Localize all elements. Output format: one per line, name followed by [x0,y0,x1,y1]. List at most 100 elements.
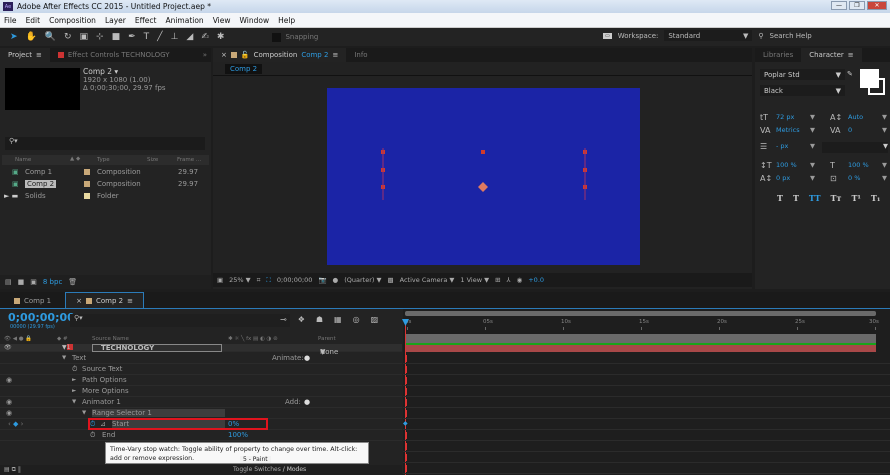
stopwatch-icon[interactable]: ⏱ [90,431,95,440]
menu-view[interactable]: View [213,16,231,25]
text-style-button[interactable]: Tт [831,193,842,203]
property-row[interactable]: ► More Options [0,386,402,397]
clone-stamp-tool-icon[interactable]: ⊥ [171,32,179,42]
text-style-button[interactable]: T₁ [871,193,880,203]
comp-mini-flowchart-icon[interactable]: ⊸ [280,315,287,324]
layer-duration-bar[interactable] [405,345,876,352]
work-area-navigator[interactable] [405,311,876,316]
fast-preview-icon[interactable]: ⊞ [495,276,500,284]
expand-arrow-icon[interactable]: ▼ [72,399,76,405]
layer-switches-icons[interactable]: ▤ ⧉ ⫼ [4,466,21,474]
menu-edit[interactable]: Edit [26,16,41,25]
stopwatch-icon[interactable]: ⏱ [72,365,77,374]
font-style-dropdown[interactable]: Black ▼ [760,85,845,96]
resolution-dropdown[interactable]: (Quarter) ▼ [344,276,381,284]
frame-blending-icon[interactable]: ▦ [334,315,342,324]
pan-behind-tool-icon[interactable]: ⊹ [96,32,104,42]
flowchart-icon[interactable]: ⅄ [507,276,511,284]
rectangle-tool-icon[interactable]: ■ [112,32,121,42]
new-comp-icon[interactable]: ▣ [30,278,37,286]
hand-tool-icon[interactable]: ✋ [26,32,37,42]
close-button[interactable]: ✕ [867,1,887,10]
stroke-style-dropdown[interactable]: ▼ [822,142,888,153]
property-row[interactable]: ⏱ End 100% [0,430,402,441]
snapshot-icon[interactable]: 📷 [318,276,326,284]
stroke-width-field[interactable]: - px [776,142,788,150]
exposure-icon[interactable]: ◉ [517,276,523,284]
expand-arrow-icon[interactable]: ▼ [82,410,86,416]
current-timecode[interactable]: 0;00;00;00 [8,311,75,324]
expand-arrow-icon[interactable]: ▼ [62,355,66,361]
roto-brush-tool-icon[interactable]: ✍ [201,32,209,42]
tab-character[interactable]: Character ≡ [801,48,862,62]
font-size-field[interactable]: 72 px [776,113,794,121]
rotation-tool-icon[interactable]: ↻ [64,32,72,42]
tab-libraries[interactable]: Libraries [755,48,801,62]
add-menu-icon[interactable]: ● [304,398,310,406]
toggle-switches-modes-button[interactable]: Toggle Switches / Modes / Modes [233,466,306,473]
workspace-dropdown[interactable]: Standard ▼ [664,30,753,41]
eraser-tool-icon[interactable]: ◢ [186,32,193,42]
tsume-field[interactable]: 0 % [848,174,860,182]
tab-comp-1[interactable]: Comp 1 [0,293,65,308]
tab-info[interactable]: Info [346,48,375,62]
property-value[interactable]: 100% [228,431,248,439]
timecode-button[interactable]: 0;00;00;00 [277,276,313,284]
kerning-field[interactable]: Metrics [776,126,800,134]
label-color-swatch[interactable] [84,193,90,199]
puppet-pin-tool-icon[interactable]: ✱ [217,32,225,42]
transparency-grid-icon[interactable]: ▩ [387,276,393,284]
layer-name[interactable]: TECHNOLOGY [92,343,222,352]
menu-composition[interactable]: Composition [49,16,96,25]
time-graph[interactable]: 0s 05s 10s 15s 20s 25s 30s ◆ [402,309,890,475]
pen-tool-icon[interactable]: ✒ [128,32,136,42]
tab-composition[interactable]: × 🔓 Composition Comp 2 ≡ [213,48,347,62]
text-style-button[interactable]: TT [809,193,821,203]
tab-effect-controls[interactable]: Effect Controls TECHNOLOGY [50,48,178,62]
channel-icon[interactable]: ● [333,276,339,284]
hscale-field[interactable]: 100 % [848,161,869,169]
menu-layer[interactable]: Layer [105,16,126,25]
expand-arrow-icon[interactable]: ► [72,377,76,383]
roi-icon[interactable]: ⛶ [266,276,271,285]
font-family-dropdown[interactable]: Poplar Std ▼ [760,69,845,80]
eyedropper-icon[interactable]: ✎ [847,70,853,78]
minimize-button[interactable]: — [831,1,847,10]
layer-row[interactable]: 👁 ▼ 1 TECHNOLOGY None ▼ [0,343,402,356]
text-style-button[interactable]: T [793,193,799,203]
comp-breadcrumb[interactable]: Comp 2 [225,63,263,74]
menu-effect[interactable]: Effect [135,16,157,25]
project-item[interactable]: ▣ Comp 2 Composition 29.97 [0,178,200,189]
motion-blur-icon[interactable]: ◎ [353,315,360,324]
visibility-eye-icon[interactable]: ◉ [6,376,12,384]
add-menu-icon[interactable]: ● [304,354,310,362]
brush-tool-icon[interactable]: ╱ [157,32,162,42]
preview-icon[interactable]: ▣ [217,276,223,284]
label-color-swatch[interactable] [84,169,90,175]
draft-3d-icon[interactable]: ❖ [298,315,305,324]
search-help-input[interactable]: Search Help [770,32,812,40]
camera-tool-icon[interactable]: ▣ [80,32,89,42]
project-search-input[interactable]: ⚲▾ [5,137,205,150]
menu-help[interactable]: Help [278,16,295,25]
visibility-eye-icon[interactable]: ◉ [6,398,12,406]
property-row[interactable]: ▼ Text Animate: ● [0,353,402,364]
text-style-button[interactable]: T¹ [851,193,860,203]
bpc-button[interactable]: 8 bpc [43,278,62,286]
maximize-button[interactable]: ❐ [849,1,865,10]
stroke-color-swatch[interactable] [868,78,885,95]
menu-file[interactable]: File [4,16,17,25]
work-area-bar[interactable] [405,334,876,343]
selection-tool-icon[interactable]: ➤ [10,32,18,42]
zoom-tool-icon[interactable]: 🔍 [45,32,56,42]
menu-animation[interactable]: Animation [165,16,203,25]
label-color-swatch[interactable] [84,181,90,187]
property-row[interactable]: ⏱ Source Text [0,364,402,375]
menu-window[interactable]: Window [240,16,270,25]
keyframe-icon[interactable]: ◆ [403,420,408,427]
view-dropdown[interactable]: 1 View ▼ [460,276,489,284]
property-row[interactable]: ◉ ► Path Options [0,375,402,386]
snapping-checkbox[interactable] [272,32,282,42]
shy-icon[interactable]: ☗ [316,315,323,324]
new-folder-icon[interactable]: ■ [18,278,25,286]
